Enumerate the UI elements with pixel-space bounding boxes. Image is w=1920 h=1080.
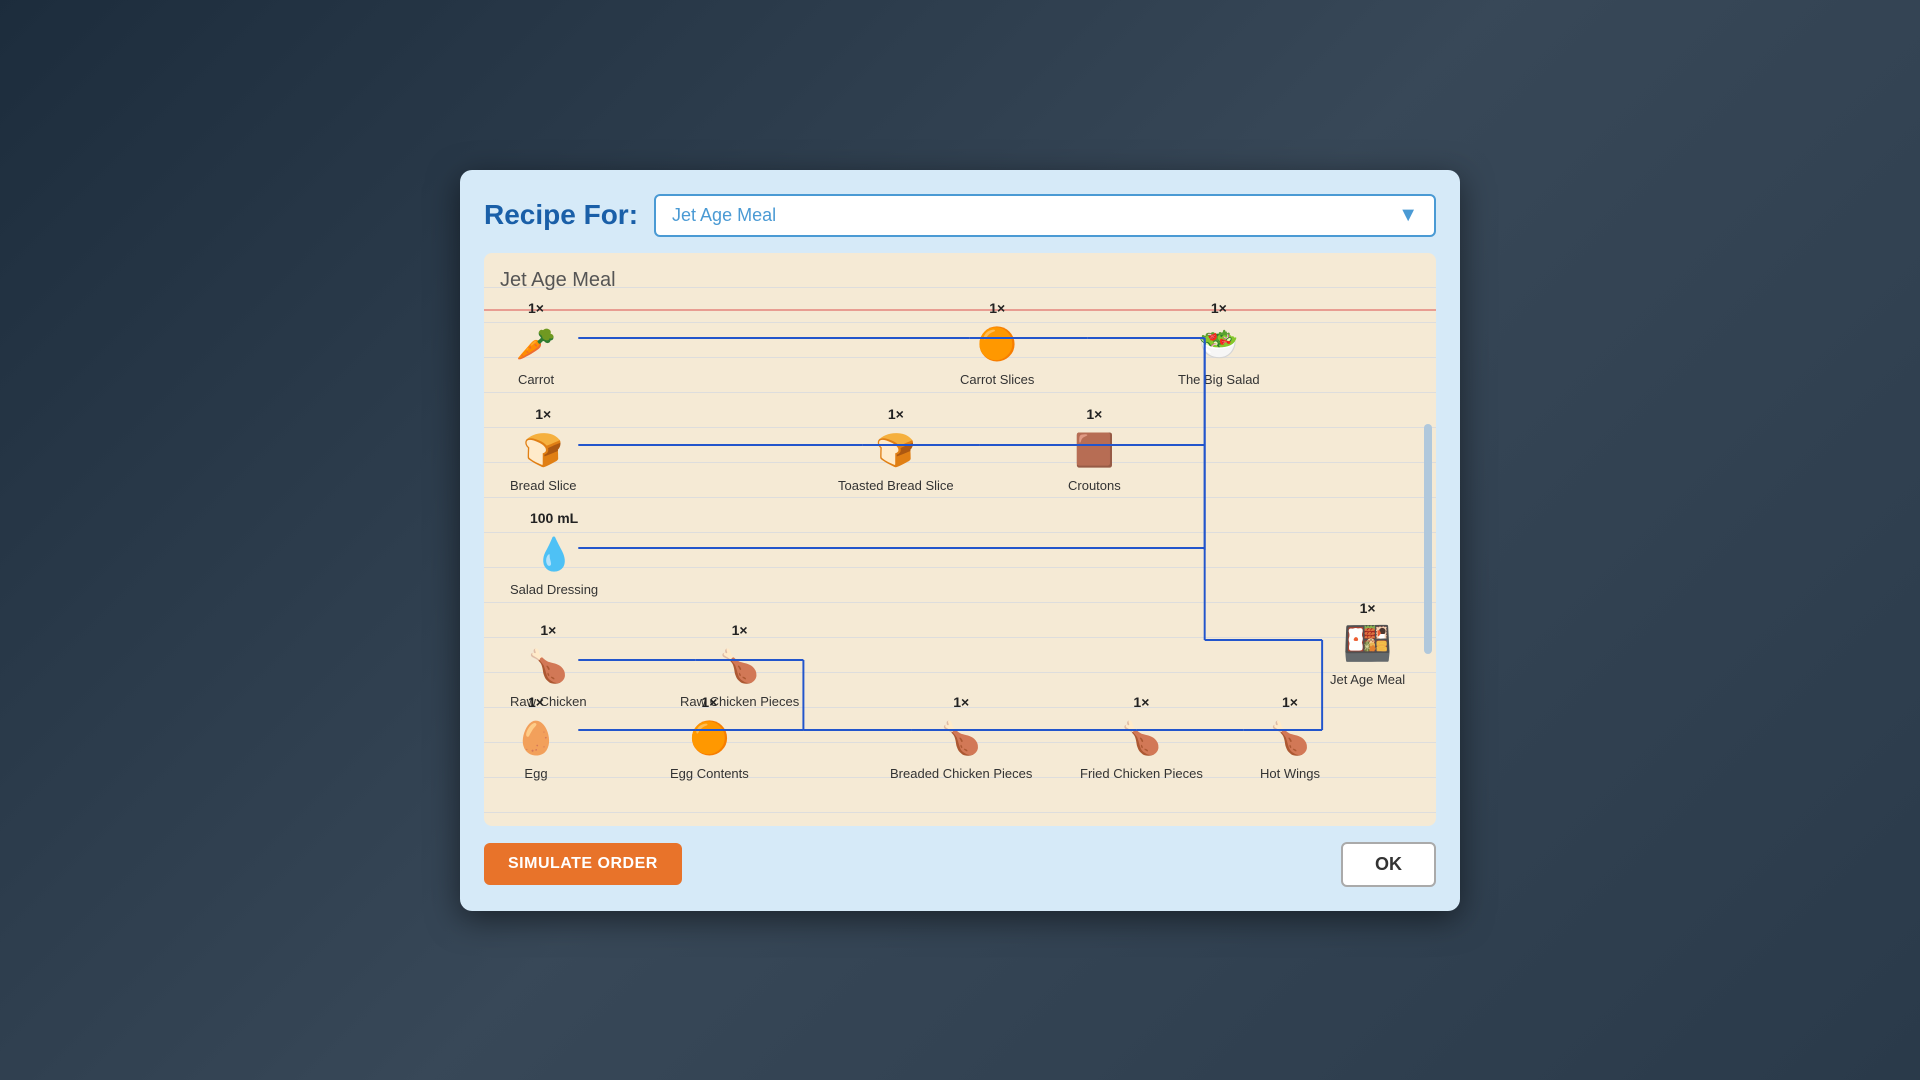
toasted-bread-label: Toasted Bread Slice (838, 478, 954, 494)
carrot-label: Carrot (518, 372, 554, 388)
fried-chicken-label: Fried Chicken Pieces (1080, 766, 1203, 782)
dropdown-arrow-icon: ▼ (1398, 204, 1418, 227)
node-egg-contents: 1× 🟠 Egg Contents (670, 694, 749, 782)
egg-contents-label: Egg Contents (670, 766, 749, 782)
modal-header: Recipe For: Jet Age Meal ▼ (484, 194, 1436, 237)
recipe-content: Jet Age Meal (484, 253, 1436, 826)
salad-dressing-qty: 100 mL (530, 510, 578, 526)
scrollbar[interactable] (1424, 424, 1432, 653)
node-croutons: 1× 🟫 Croutons (1068, 406, 1121, 494)
egg-qty: 1× (528, 694, 544, 710)
egg-contents-icon: 🟠 (683, 712, 735, 764)
egg-contents-qty: 1× (701, 694, 717, 710)
modal-footer: SIMULATE ORDER OK (484, 842, 1436, 887)
simulate-order-button[interactable]: SIMULATE ORDER (484, 843, 682, 885)
jet-age-meal-icon: 🍱 (1342, 618, 1394, 670)
recipe-modal: Recipe For: Jet Age Meal ▼ Jet Age Meal (460, 170, 1460, 911)
ok-button[interactable]: OK (1341, 842, 1436, 887)
raw-chicken-icon: 🍗 (522, 640, 574, 692)
croutons-label: Croutons (1068, 478, 1121, 494)
node-breaded-chicken: 1× 🍗 Breaded Chicken Pieces (890, 694, 1032, 782)
egg-icon: 🥚 (510, 712, 562, 764)
raw-chicken-pieces-qty: 1× (732, 622, 748, 638)
jet-age-meal-qty: 1× (1360, 600, 1376, 616)
egg-label: Egg (524, 766, 547, 782)
salad-dressing-icon: 💧 (528, 528, 580, 580)
modal-wrapper: Recipe For: Jet Age Meal ▼ Jet Age Meal (460, 170, 1460, 911)
bread-slice-label: Bread Slice (510, 478, 576, 494)
node-carrot-slices: 1× 🟠 Carrot Slices (960, 300, 1034, 388)
big-salad-icon: 🥗 (1193, 318, 1245, 370)
hot-wings-qty: 1× (1282, 694, 1298, 710)
toasted-bread-qty: 1× (888, 406, 904, 422)
big-salad-label: The Big Salad (1178, 372, 1260, 388)
jet-age-meal-label: Jet Age Meal (1330, 672, 1405, 688)
node-big-salad: 1× 🥗 The Big Salad (1178, 300, 1260, 388)
node-salad-dressing: 100 mL 💧 Salad Dressing (510, 510, 598, 598)
raw-chicken-qty: 1× (540, 622, 556, 638)
recipe-dropdown[interactable]: Jet Age Meal ▼ (654, 194, 1436, 237)
salad-dressing-label: Salad Dressing (510, 582, 598, 598)
bread-qty: 1× (535, 406, 551, 422)
node-bread-slice: 1× 🍞 Bread Slice (510, 406, 576, 494)
breaded-chicken-label: Breaded Chicken Pieces (890, 766, 1032, 782)
bread-slice-icon: 🍞 (517, 424, 569, 476)
fried-chicken-icon: 🍗 (1115, 712, 1167, 764)
breaded-chicken-icon: 🍗 (935, 712, 987, 764)
carrot-slices-icon: 🟠 (971, 318, 1023, 370)
toasted-bread-icon: 🍞 (870, 424, 922, 476)
node-hot-wings: 1× 🍗 Hot Wings (1260, 694, 1320, 782)
carrot-qty: 1× (528, 300, 544, 316)
raw-chicken-pieces-icon: 🍗 (714, 640, 766, 692)
node-jet-age-meal: 1× 🍱 Jet Age Meal (1330, 600, 1405, 688)
hot-wings-icon: 🍗 (1264, 712, 1316, 764)
node-toasted-bread: 1× 🍞 Toasted Bread Slice (838, 406, 954, 494)
node-egg: 1× 🥚 Egg (510, 694, 562, 782)
carrot-slices-label: Carrot Slices (960, 372, 1034, 388)
carrot-icon: 🥕 (510, 318, 562, 370)
node-fried-chicken: 1× 🍗 Fried Chicken Pieces (1080, 694, 1203, 782)
node-carrot: 1× 🥕 Carrot (510, 300, 562, 388)
breaded-chicken-qty: 1× (953, 694, 969, 710)
carrot-slices-qty: 1× (989, 300, 1005, 316)
recipe-dropdown-text: Jet Age Meal (672, 205, 776, 226)
croutons-qty: 1× (1086, 406, 1102, 422)
recipe-diagram: 1× 🥕 Carrot 1× 🟠 Carrot Slices 1× 🥗 The … (500, 300, 1420, 810)
croutons-icon: 🟫 (1068, 424, 1120, 476)
big-salad-qty: 1× (1211, 300, 1227, 316)
recipe-for-label: Recipe For: (484, 199, 638, 231)
hot-wings-label: Hot Wings (1260, 766, 1320, 782)
recipe-content-title: Jet Age Meal (500, 269, 1420, 292)
fried-chicken-qty: 1× (1133, 694, 1149, 710)
